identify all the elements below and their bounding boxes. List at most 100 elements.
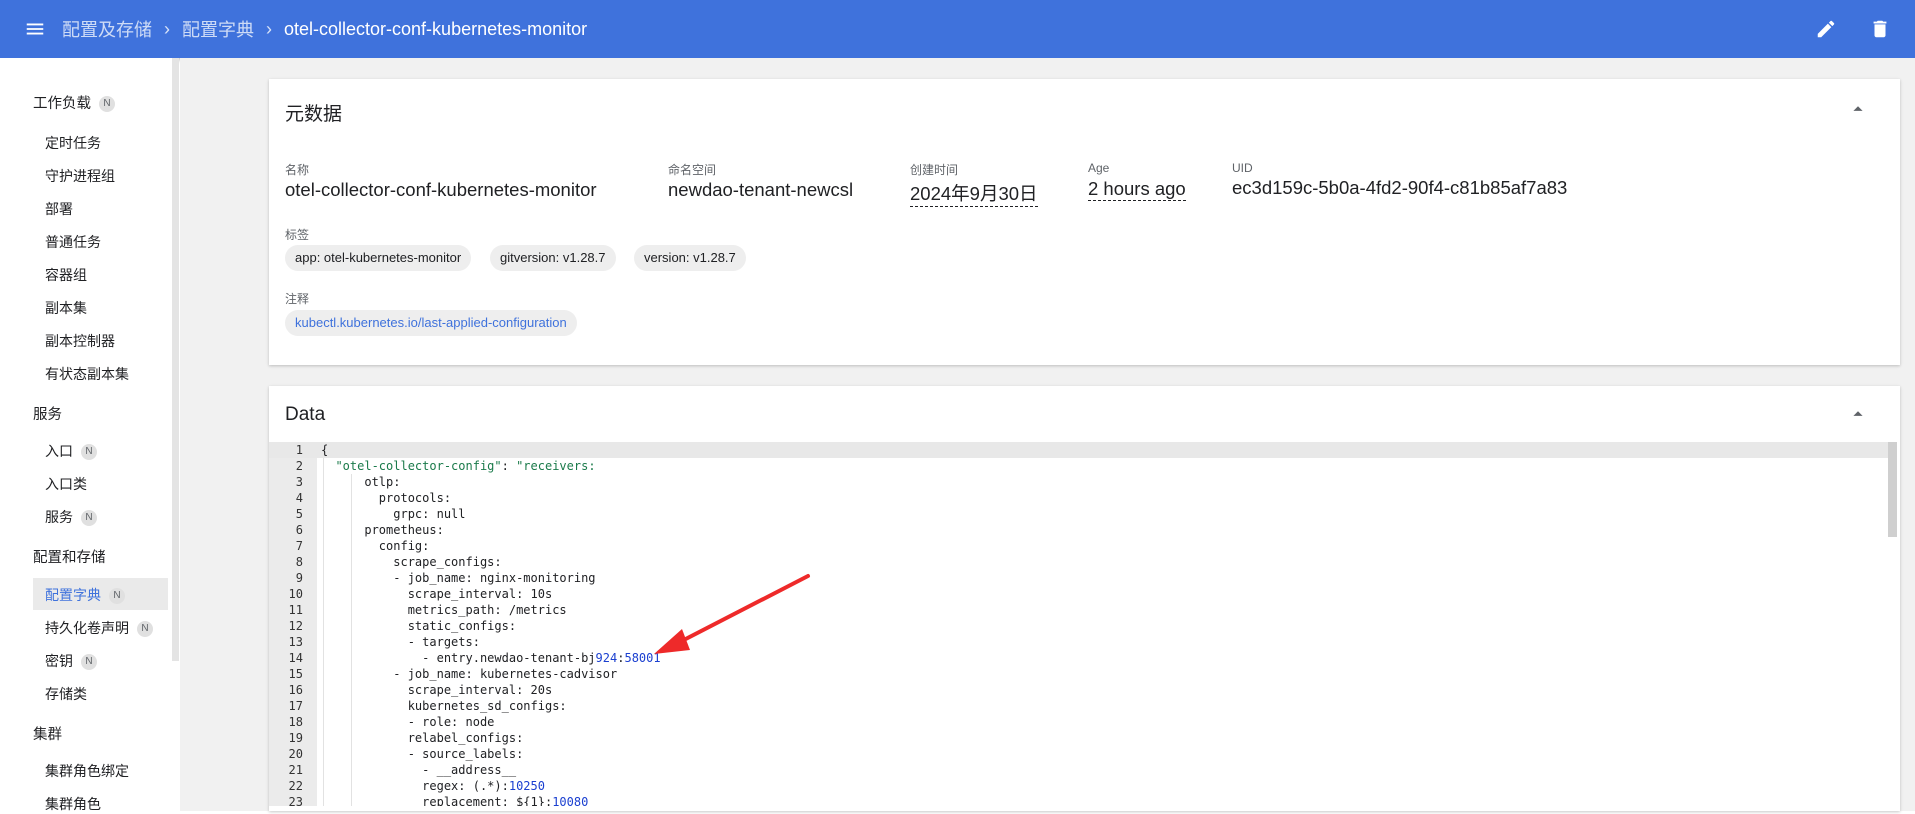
code-text: - job_name: kubernetes-cadvisor: [321, 667, 618, 681]
code-text: "otel-collector-config": "receivers:: [335, 459, 596, 473]
age-value[interactable]: 2 hours ago: [1088, 178, 1186, 201]
sidebar-item-secrets[interactable]: 密钥 N: [45, 651, 97, 671]
sidebar-scrollbar[interactable]: [172, 58, 179, 661]
code-text: - source_labels:: [321, 747, 524, 761]
line-number: 8: [295, 555, 303, 569]
sidebar-item-deployments[interactable]: 部署: [45, 199, 73, 219]
line-number: 14: [288, 651, 303, 665]
code-text: - __address__: [321, 763, 517, 777]
line-number: 2: [295, 459, 303, 473]
line-number: 18: [288, 715, 303, 729]
code-text: grpc: null: [321, 507, 466, 521]
line-number: 23: [288, 795, 303, 806]
code-text: protocols:: [321, 491, 452, 505]
breadcrumb-configmaps[interactable]: 配置字典: [182, 16, 254, 42]
namespace-label: 命名空间: [668, 163, 717, 177]
collapse-icon[interactable]: [1847, 403, 1869, 425]
line-number: 21: [288, 763, 303, 777]
uid-value: ec3d159c-5b0a-4fd2-90f4-c81b85af7a83: [1232, 177, 1568, 198]
pencil-icon: [1817, 20, 1835, 38]
menu-icon[interactable]: [20, 14, 50, 44]
code-text: - job_name: nginx-monitoring: [321, 571, 596, 585]
name-value: otel-collector-conf-kubernetes-monitor: [285, 179, 597, 200]
breadcrumb-separator: ›: [266, 18, 272, 39]
line-number: 22: [288, 779, 303, 793]
sidebar-item-pods[interactable]: 容器组: [45, 265, 87, 285]
namespace-badge: N: [81, 654, 97, 671]
code-text: metrics_path: /metrics: [321, 603, 567, 617]
line-number: 7: [295, 539, 303, 553]
code-text: relabel_configs:: [321, 731, 524, 745]
line-number: 10: [288, 587, 303, 601]
namespace-badge: N: [81, 444, 97, 461]
data-title: Data: [285, 404, 326, 425]
line-number: 15: [288, 667, 303, 681]
code-text: static_configs:: [321, 619, 517, 633]
breadcrumb: 配置及存储 › 配置字典 › otel-collector-conf-kuber…: [62, 16, 587, 42]
code-text: - role: node: [321, 715, 495, 729]
metadata-title: 元数据: [285, 104, 343, 125]
annotation-chip[interactable]: kubectl.kubernetes.io/last-applied-confi…: [285, 310, 577, 336]
namespace-value: newdao-tenant-newcsl: [668, 179, 854, 200]
collapse-icon[interactable]: [1847, 98, 1869, 120]
code-text: replacement: ${1}:10080: [321, 795, 589, 806]
line-number: 12: [288, 619, 303, 633]
code-text: kubernetes_sd_configs:: [321, 699, 567, 713]
sidebar-item-ingresses[interactable]: 入口 N: [45, 441, 97, 461]
sidebar-group-workloads[interactable]: 工作负载 N: [33, 92, 115, 113]
sidebar-group-config-storage[interactable]: 配置和存储: [33, 546, 106, 567]
editor-scrollbar[interactable]: [1888, 442, 1897, 537]
code-text: regex: (.*):10250: [321, 779, 545, 793]
namespace-badge: N: [109, 588, 125, 605]
code-text: scrape_configs:: [321, 555, 502, 569]
age-label: Age: [1088, 161, 1110, 175]
sidebar-item-configmaps[interactable]: 配置字典 N: [45, 585, 125, 605]
annotations-label: 注释: [285, 292, 310, 306]
label-chip: gitversion: v1.28.7: [490, 245, 616, 271]
created-value[interactable]: 2024年9月30日: [910, 180, 1038, 207]
sidebar-item-ingressclasses[interactable]: 入口类: [45, 474, 87, 494]
sidebar-item-clusterroles[interactable]: 集群角色: [45, 794, 101, 814]
code-text: config:: [321, 539, 430, 553]
line-number: 20: [288, 747, 303, 761]
sidebar-group-cluster[interactable]: 集群: [33, 723, 62, 744]
labels-label: 标签: [285, 228, 310, 242]
delete-button[interactable]: [1865, 14, 1895, 44]
metadata-card: 元数据 名称 otel-collector-conf-kubernetes-mo…: [269, 79, 1900, 365]
line-number: 17: [288, 699, 303, 713]
sidebar-item-replicationcontrollers[interactable]: 副本控制器: [45, 331, 115, 351]
sidebar-item-storageclasses[interactable]: 存储类: [45, 684, 87, 704]
line-number: 1: [295, 443, 303, 457]
sidebar-item-services[interactable]: 服务 N: [45, 507, 97, 527]
namespace-badge: N: [137, 621, 153, 638]
sidebar-item-replicasets[interactable]: 副本集: [45, 298, 87, 318]
sidebar-item-statefulsets[interactable]: 有状态副本集: [45, 364, 129, 384]
line-number: 9: [295, 571, 303, 585]
code-text: - targets:: [321, 635, 480, 649]
namespace-badge: N: [99, 96, 115, 113]
edit-button[interactable]: [1811, 14, 1841, 44]
sidebar-item-cronjobs[interactable]: 定时任务: [45, 133, 101, 153]
sidebar-nav: 工作负载 N 定时任务 守护进程组 部署 普通任务 容器组 副本集 副本控制器 有…: [0, 58, 172, 814]
name-label: 名称: [285, 163, 310, 177]
line-number: 4: [295, 491, 303, 505]
sidebar-item-pvcs[interactable]: 持久化卷声明 N: [45, 618, 153, 638]
uid-label: UID: [1232, 161, 1253, 175]
sidebar-item-jobs[interactable]: 普通任务: [45, 232, 101, 252]
label-chip: app: otel-kubernetes-monitor: [285, 245, 472, 271]
code-editor[interactable]: 1 {2 "otel-collector-config": "receivers:…: [269, 442, 1897, 806]
line-number: 6: [295, 523, 303, 537]
line-number: 13: [288, 635, 303, 649]
breadcrumb-config-storage[interactable]: 配置及存储: [62, 16, 152, 42]
sidebar-item-daemonsets[interactable]: 守护进程组: [45, 166, 115, 186]
code-text: otlp:: [321, 475, 401, 489]
line-number: 3: [295, 475, 303, 489]
sidebar-group-services[interactable]: 服务: [33, 403, 62, 424]
breadcrumb-separator: ›: [164, 18, 170, 39]
active-line-highlight: [269, 442, 1897, 458]
code-text: scrape_interval: 20s: [321, 683, 553, 697]
code-text: {: [321, 443, 329, 457]
sidebar-item-clusterrolebindings[interactable]: 集群角色绑定: [45, 761, 129, 781]
page-title: otel-collector-conf-kubernetes-monitor: [284, 18, 588, 39]
created-label: 创建时间: [910, 163, 959, 177]
